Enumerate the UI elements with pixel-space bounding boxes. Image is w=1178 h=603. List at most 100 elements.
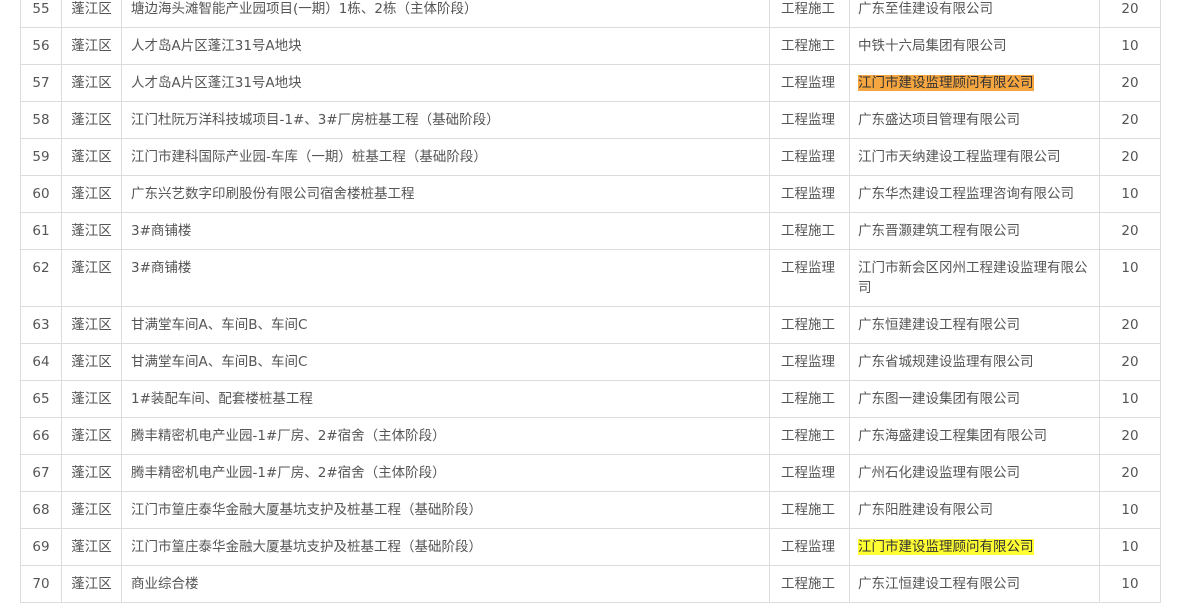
company-text: 广东海盛建设工程集团有限公司 <box>858 428 1047 444</box>
district-text: 蓬江区 <box>71 149 112 165</box>
work-type-cell: 工程施工 <box>769 27 850 65</box>
score-cell: 10 <box>1099 249 1161 307</box>
row-number-text: 60 <box>32 186 50 202</box>
company-cell: 江门市建设监理顾问有限公司 <box>849 64 1100 102</box>
district-cell: 蓬江区 <box>61 212 122 250</box>
company-cell: 广东阳胜建设有限公司 <box>849 491 1100 529</box>
highlighted-company-text: 江门市建设监理顾问有限公司 <box>858 539 1034 555</box>
work-type-text: 工程施工 <box>781 502 835 518</box>
work-type-text: 工程施工 <box>781 317 835 333</box>
row-number-cell: 66 <box>20 417 62 455</box>
score-cell: 10 <box>1099 528 1161 566</box>
project-name-text: 广东兴艺数字印刷股份有限公司宿舍楼桩基工程 <box>131 186 415 202</box>
district-text: 蓬江区 <box>71 1 112 17</box>
company-text: 中铁十六局集团有限公司 <box>858 38 1007 54</box>
project-name-cell: 江门市篁庄泰华金融大厦基坑支护及桩基工程（基础阶段） <box>121 491 770 529</box>
score-cell: 20 <box>1099 454 1161 492</box>
district-text: 蓬江区 <box>71 576 112 592</box>
row-number-cell: 65 <box>20 380 62 418</box>
score-cell: 20 <box>1099 343 1161 381</box>
project-name-text: 1#装配车间、配套楼桩基工程 <box>131 391 313 407</box>
district-cell: 蓬江区 <box>61 417 122 455</box>
work-type-cell: 工程监理 <box>769 138 850 176</box>
results-table: 55 蓬江区 塘边海头滩智能产业园项目(一期）1栋、2栋（主体阶段） 工程施工 广东至佳… <box>20 0 1161 603</box>
score-text: 20 <box>1121 75 1139 91</box>
table-row: 61 蓬江区 3#商铺楼 工程施工 广东晋灏建筑工程有限公司 20 <box>20 212 1161 250</box>
company-text: 广东盛达项目管理有限公司 <box>858 112 1020 128</box>
work-type-text: 工程监理 <box>781 149 835 165</box>
table-row: 62 蓬江区 3#商铺楼 工程监理 江门市新会区冈州工程建设监理有限公司 10 <box>20 249 1161 307</box>
work-type-cell: 工程监理 <box>769 101 850 139</box>
row-number-text: 68 <box>32 502 50 518</box>
row-number-text: 55 <box>32 1 50 17</box>
company-text: 广东阳胜建设有限公司 <box>858 502 993 518</box>
score-text: 10 <box>1121 260 1139 276</box>
company-text: 广东华杰建设工程监理咨询有限公司 <box>858 186 1074 202</box>
district-text: 蓬江区 <box>71 75 112 91</box>
district-cell: 蓬江区 <box>61 175 122 213</box>
score-cell: 20 <box>1099 0 1161 28</box>
work-type-text: 工程施工 <box>781 391 835 407</box>
project-name-cell: 甘满堂车间A、车间B、车间C <box>121 306 770 344</box>
score-cell: 20 <box>1099 138 1161 176</box>
district-cell: 蓬江区 <box>61 306 122 344</box>
project-name-cell: 江门杜阮万洋科技城项目-1#、3#厂房桩基工程（基础阶段） <box>121 101 770 139</box>
project-name-text: 塘边海头滩智能产业园项目(一期）1栋、2栋（主体阶段） <box>131 1 478 17</box>
work-type-text: 工程施工 <box>781 223 835 239</box>
row-number-text: 67 <box>32 465 50 481</box>
company-cell: 广东恒建建设工程有限公司 <box>849 306 1100 344</box>
project-name-text: 甘满堂车间A、车间B、车间C <box>131 317 308 333</box>
score-text: 10 <box>1121 539 1139 555</box>
district-cell: 蓬江区 <box>61 101 122 139</box>
score-text: 20 <box>1121 428 1139 444</box>
project-name-text: 江门市篁庄泰华金融大厦基坑支护及桩基工程（基础阶段） <box>131 539 482 555</box>
score-text: 20 <box>1121 465 1139 481</box>
row-number-cell: 64 <box>20 343 62 381</box>
work-type-cell: 工程施工 <box>769 0 850 28</box>
project-name-text: 腾丰精密机电产业园-1#厂房、2#宿舍（主体阶段） <box>131 428 446 444</box>
district-text: 蓬江区 <box>71 186 112 202</box>
project-name-text: 3#商铺楼 <box>131 260 192 276</box>
district-cell: 蓬江区 <box>61 343 122 381</box>
project-name-text: 3#商铺楼 <box>131 223 192 239</box>
score-text: 10 <box>1121 391 1139 407</box>
project-name-cell: 甘满堂车间A、车间B、车间C <box>121 343 770 381</box>
score-text: 20 <box>1121 223 1139 239</box>
score-text: 10 <box>1121 576 1139 592</box>
project-name-text: 江门杜阮万洋科技城项目-1#、3#厂房桩基工程（基础阶段） <box>131 112 500 128</box>
row-number-cell: 67 <box>20 454 62 492</box>
company-text: 江门市新会区冈州工程建设监理有限公司 <box>858 260 1088 296</box>
district-cell: 蓬江区 <box>61 64 122 102</box>
score-cell: 20 <box>1099 64 1161 102</box>
project-name-cell: 3#商铺楼 <box>121 212 770 250</box>
work-type-text: 工程监理 <box>781 354 835 370</box>
row-number-cell: 69 <box>20 528 62 566</box>
table-row: 64 蓬江区 甘满堂车间A、车间B、车间C 工程监理 广东省城规建设监理有限公司 20 <box>20 343 1161 381</box>
district-cell: 蓬江区 <box>61 0 122 28</box>
work-type-cell: 工程施工 <box>769 380 850 418</box>
company-text: 广州石化建设监理有限公司 <box>858 465 1020 481</box>
score-cell: 10 <box>1099 380 1161 418</box>
company-cell: 中铁十六局集团有限公司 <box>849 27 1100 65</box>
project-name-text: 人才岛A片区蓬江31号A地块 <box>131 38 302 54</box>
row-number-cell: 59 <box>20 138 62 176</box>
score-text: 10 <box>1121 502 1139 518</box>
project-name-cell: 江门市建科国际产业园-车库（一期）桩基工程（基础阶段） <box>121 138 770 176</box>
project-name-text: 江门市篁庄泰华金融大厦基坑支护及桩基工程（基础阶段） <box>131 502 482 518</box>
project-name-cell: 3#商铺楼 <box>121 249 770 307</box>
table-row: 67 蓬江区 腾丰精密机电产业园-1#厂房、2#宿舍（主体阶段） 工程监理 广州石化建设… <box>20 454 1161 492</box>
company-cell: 广州石化建设监理有限公司 <box>849 454 1100 492</box>
company-cell: 广东江恒建设工程有限公司 <box>849 565 1100 603</box>
score-cell: 10 <box>1099 175 1161 213</box>
row-number-text: 62 <box>32 260 50 276</box>
company-cell: 江门市建设监理顾问有限公司 <box>849 528 1100 566</box>
work-type-cell: 工程监理 <box>769 175 850 213</box>
score-cell: 20 <box>1099 101 1161 139</box>
row-number-cell: 56 <box>20 27 62 65</box>
score-cell: 20 <box>1099 212 1161 250</box>
table-row: 66 蓬江区 腾丰精密机电产业园-1#厂房、2#宿舍（主体阶段） 工程施工 广东海盛建设… <box>20 417 1161 455</box>
work-type-cell: 工程监理 <box>769 343 850 381</box>
row-number-cell: 63 <box>20 306 62 344</box>
table-row: 59 蓬江区 江门市建科国际产业园-车库（一期）桩基工程（基础阶段） 工程监理 江门市天… <box>20 138 1161 176</box>
work-type-cell: 工程监理 <box>769 454 850 492</box>
